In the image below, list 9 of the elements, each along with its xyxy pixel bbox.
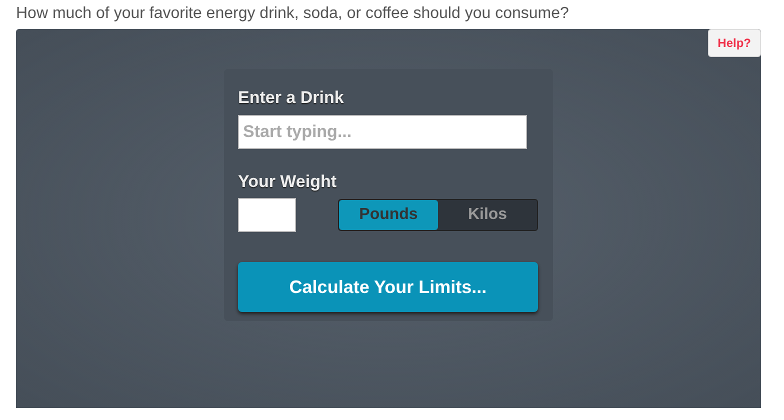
drink-input-field[interactable]: Start typing... <box>238 114 527 148</box>
unit-tab[interactable]: Kilos <box>438 200 537 230</box>
field-label: Enter a Drink <box>238 87 345 109</box>
question-text: How much of your favorite energy drink, soda, or coffee should you consume? <box>15 4 570 24</box>
weight-input-field[interactable] <box>238 198 296 232</box>
unit-tab[interactable]: Pounds <box>339 200 438 230</box>
field-label: Your Weight <box>238 170 338 193</box>
calculate-button[interactable]: Calculate Your Limits... <box>238 262 538 312</box>
help-button[interactable]: Help? <box>708 29 761 57</box>
